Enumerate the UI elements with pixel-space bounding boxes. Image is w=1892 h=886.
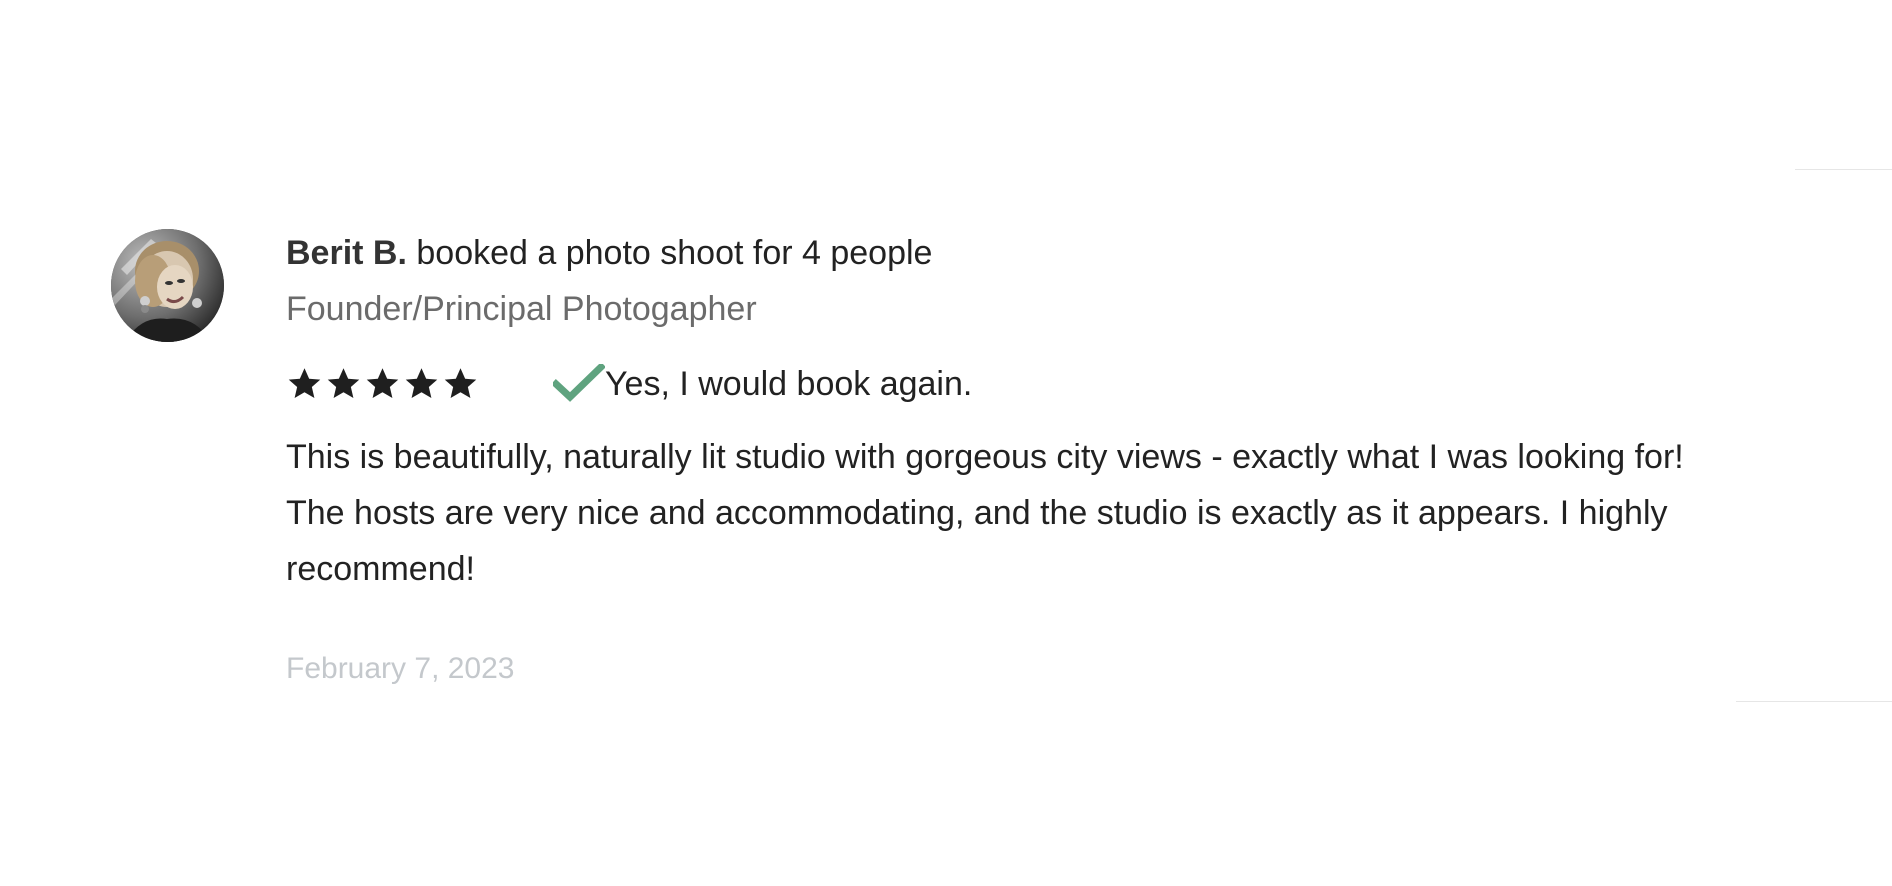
- check-icon: [553, 364, 605, 404]
- star-icon: [442, 366, 479, 402]
- review-content: Berit B. booked a photo shoot for 4 peop…: [286, 229, 1726, 689]
- rating-row: Yes, I would book again.: [286, 359, 1726, 409]
- star-icon: [286, 366, 323, 402]
- reviewer-avatar[interactable]: [111, 229, 224, 342]
- star-rating: [286, 366, 479, 402]
- star-icon: [403, 366, 440, 402]
- review-card: Berit B. booked a photo shoot for 4 peop…: [0, 0, 1892, 886]
- reviewer-line: Berit B. booked a photo shoot for 4 peop…: [286, 229, 1726, 277]
- star-icon: [364, 366, 401, 402]
- reviewer-title: Founder/Principal Photogapher: [286, 290, 757, 328]
- book-again-text: Yes, I would book again.: [605, 365, 973, 403]
- star-icon: [325, 366, 362, 402]
- book-again-indicator: Yes, I would book again.: [553, 360, 972, 408]
- booking-summary: booked a photo shoot for 4 people: [416, 234, 933, 272]
- review-date: February 7, 2023: [286, 652, 515, 685]
- review-body: This is beautifully, naturally lit studi…: [286, 438, 1684, 588]
- avatar-image: [111, 229, 224, 342]
- reviewer-name[interactable]: Berit B.: [286, 234, 407, 272]
